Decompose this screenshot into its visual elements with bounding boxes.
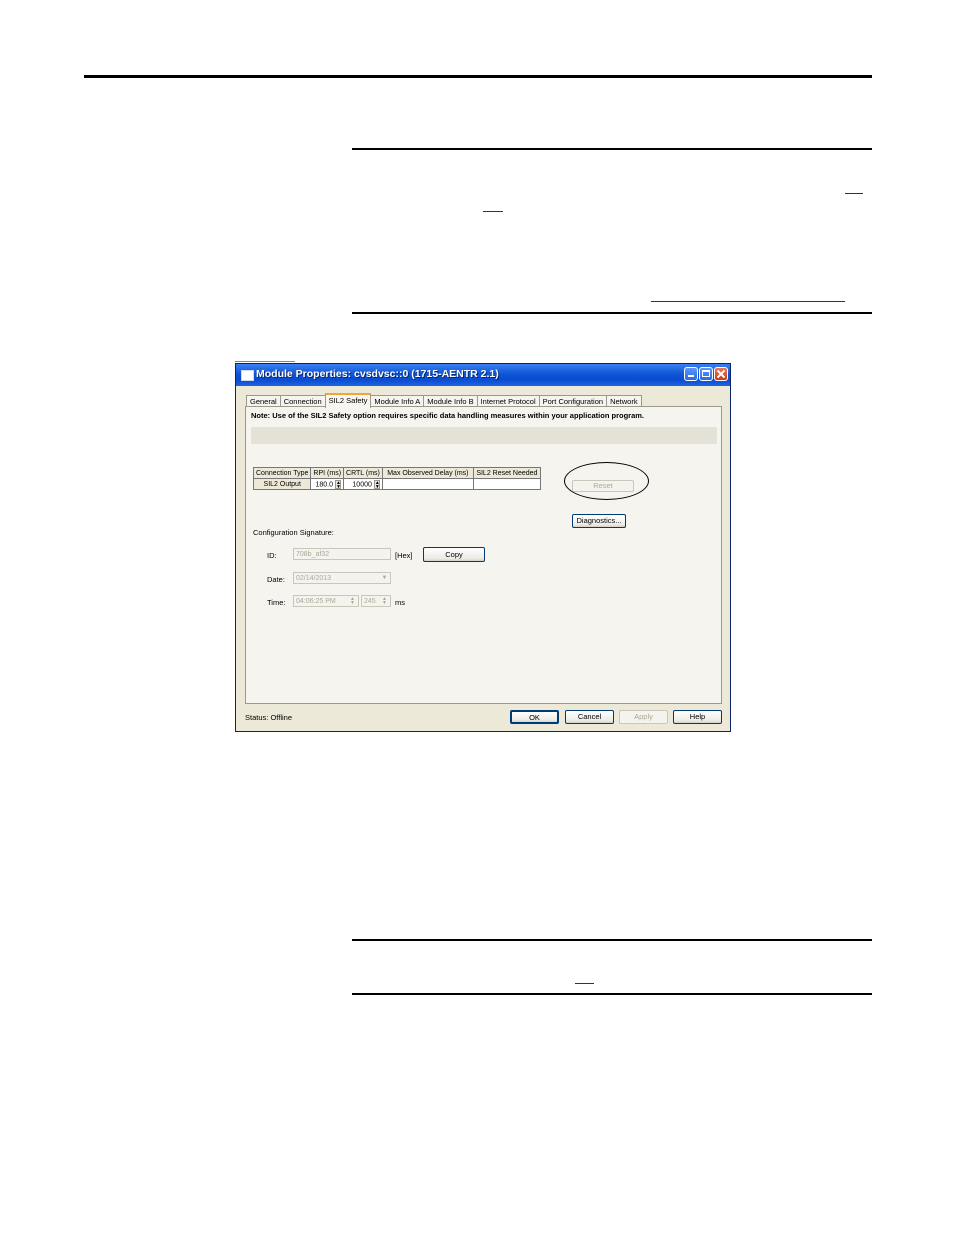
title-bar[interactable]: Module Properties: cvsdvsc::0 (1715-AENT… <box>236 364 730 386</box>
page-link-stub[interactable] <box>845 193 863 194</box>
chevron-down-icon[interactable]: ▼ <box>380 574 389 582</box>
lower-note-top-rule <box>352 939 872 941</box>
date-label: Date: <box>267 575 285 584</box>
crtl-cell[interactable]: 10000 ▲ ▼ <box>343 478 383 490</box>
time-field[interactable]: 04:06:25 PM ▲ ▼ <box>293 595 359 607</box>
column-header: CRTL (ms) <box>343 467 383 479</box>
milliseconds-field[interactable]: 245 ▲ ▼ <box>361 595 391 607</box>
maximize-icon[interactable] <box>699 367 713 381</box>
column-header: RPI (ms) <box>310 467 345 479</box>
page-link-stub[interactable] <box>651 301 845 302</box>
column-header: Max Observed Delay (ms) <box>381 467 474 479</box>
diagnostics-button[interactable]: Diagnostics... <box>572 514 626 528</box>
copy-button[interactable]: Copy <box>423 547 485 562</box>
table-row: SIL2 Output 180.0 ▲ ▼ 10000 ▲ ▼ <box>252 478 541 490</box>
tab-strip: General Connection SIL2 Safety Module In… <box>246 393 642 408</box>
id-field[interactable]: 708b_af32 <box>293 548 391 560</box>
apply-button[interactable]: Apply <box>619 710 668 724</box>
ok-button[interactable]: OK <box>510 710 559 724</box>
page-link-stub[interactable] <box>575 983 594 984</box>
spinner-icon[interactable]: ▲ ▼ <box>335 479 342 489</box>
spinner-icon[interactable]: ▲ ▼ <box>380 597 389 606</box>
time-value: 04:06:25 PM <box>296 598 336 605</box>
max-observed-delay-cell <box>381 478 474 490</box>
spinner-icon[interactable]: ▲ ▼ <box>348 597 357 606</box>
ms-label: ms <box>395 598 405 607</box>
column-header: SIL2 Reset Needed <box>472 467 541 479</box>
time-label: Time: <box>267 598 286 607</box>
ms-value: 245 <box>364 598 376 605</box>
safety-note: Note: Use of the SIL2 Safety option requ… <box>251 411 644 420</box>
connection-type-cell: SIL2 Output <box>252 478 312 490</box>
reset-needed-cell <box>472 478 541 490</box>
rpi-value[interactable]: 180.0 <box>316 481 334 488</box>
date-field[interactable]: 02/14/2013 ▼ <box>293 572 391 584</box>
window-icon <box>241 370 254 381</box>
minimize-icon[interactable] <box>684 367 698 381</box>
note-box-top-rule <box>352 148 872 150</box>
close-icon[interactable] <box>714 367 728 381</box>
lower-note-bottom-rule <box>352 993 872 995</box>
status-value: Offline <box>270 713 292 722</box>
status-text: Status: Offline <box>245 713 292 722</box>
configuration-signature-label: Configuration Signature: <box>253 528 334 537</box>
id-label: ID: <box>267 551 277 560</box>
header-rule <box>84 75 872 78</box>
crtl-value[interactable]: 10000 <box>352 481 371 488</box>
reset-button[interactable]: Reset <box>572 480 634 492</box>
cancel-button[interactable]: Cancel <box>565 710 614 724</box>
tab-sil2-safety[interactable]: SIL2 Safety <box>324 393 372 408</box>
note-box-bottom-rule <box>352 312 872 314</box>
message-band <box>251 427 717 444</box>
date-value: 02/14/2013 <box>296 575 332 582</box>
sil2-safety-panel: Note: Use of the SIL2 Safety option requ… <box>245 406 722 704</box>
spinner-icon[interactable]: ▲ ▼ <box>373 479 380 489</box>
status-label: Status: <box>245 713 269 722</box>
connection-table: Connection Type RPI (ms) CRTL (ms) Max O… <box>252 467 541 490</box>
rpi-cell[interactable]: 180.0 ▲ ▼ <box>310 478 345 490</box>
window-title: Module Properties: cvsdvsc::0 (1715-AENT… <box>256 368 499 380</box>
help-button[interactable]: Help <box>673 710 722 724</box>
hex-label: [Hex] <box>395 551 413 560</box>
module-properties-dialog: Module Properties: cvsdvsc::0 (1715-AENT… <box>235 363 731 732</box>
column-header: Connection Type <box>252 467 312 479</box>
figure-marker <box>235 361 295 362</box>
page-link-stub[interactable] <box>483 211 503 212</box>
